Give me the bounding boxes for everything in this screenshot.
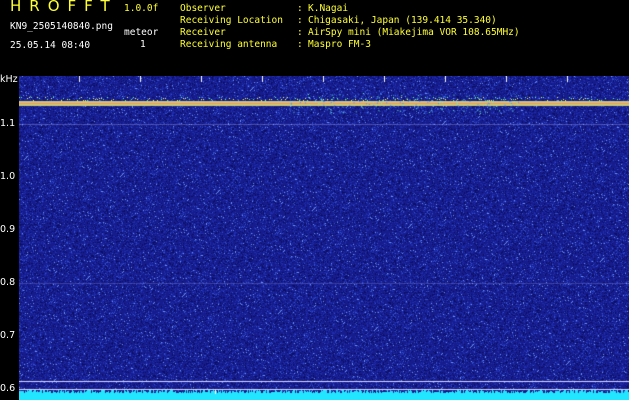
datetime-label: 25.05.14 08:40	[10, 40, 91, 51]
metadata-observer-label: Observer	[180, 3, 226, 14]
spectrogram-canvas	[19, 76, 629, 400]
filename-label: KN9_2505140840.png	[10, 21, 113, 32]
metadata-receiver-value: AirSpy mini (Miakejima VOR 108.65MHz)	[308, 27, 520, 38]
metadata-observer-value: K.Nagai	[308, 3, 349, 14]
y-tick-label: 1.1	[0, 117, 16, 129]
y-tick-label: 0.8	[0, 277, 16, 289]
y-tick-label: 0.7	[0, 330, 16, 342]
y-tick-label: 0.6	[0, 383, 16, 395]
metadata-colon: :	[297, 15, 303, 26]
metadata-colon: :	[297, 27, 303, 38]
spectrogram	[19, 76, 629, 400]
unit-label: kHz	[0, 74, 18, 85]
app-title: HROFFT	[10, 0, 118, 15]
metadata-location-value: Chigasaki, Japan (139.414 35.340)	[308, 15, 497, 26]
version-label: 1.0.0f	[124, 3, 159, 14]
meteor-label: meteor	[124, 27, 159, 38]
meteor-count: 1	[140, 39, 146, 50]
metadata-location-label: Receiving Location	[180, 15, 283, 26]
metadata-colon: :	[297, 3, 303, 14]
y-tick-label: 0.9	[0, 224, 16, 236]
metadata-antenna-value: Maspro FM-3	[308, 39, 371, 50]
y-tick-label: 1.0	[0, 170, 16, 182]
metadata-antenna-label: Receiving antenna	[180, 39, 278, 50]
metadata-colon: :	[297, 39, 303, 50]
metadata-receiver-label: Receiver	[180, 27, 226, 38]
